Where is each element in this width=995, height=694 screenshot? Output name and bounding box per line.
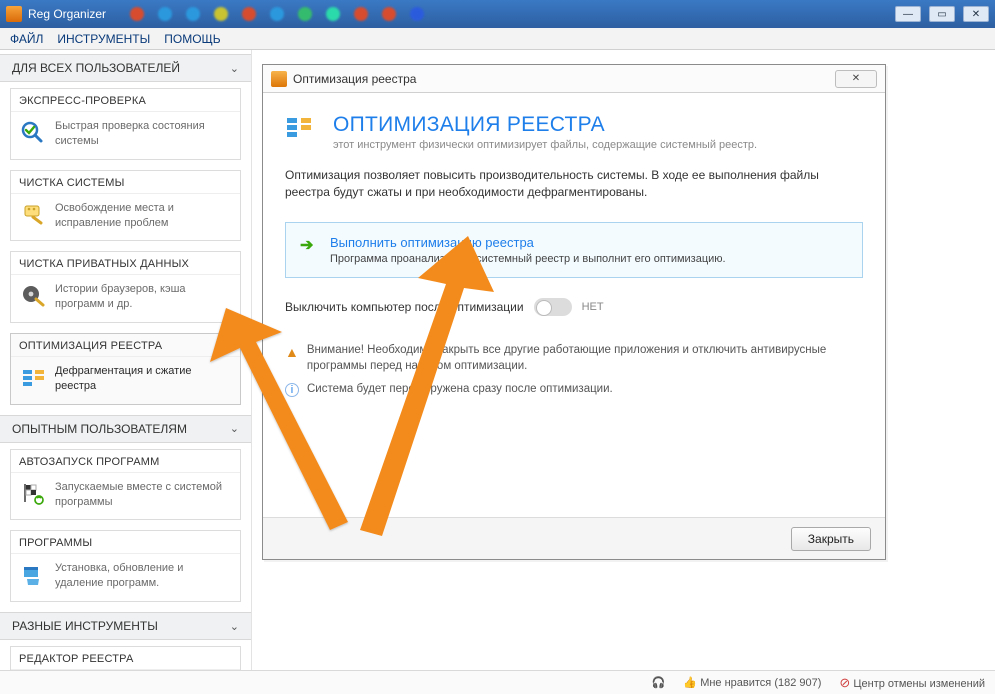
dialog-footer: Закрыть [263,517,885,559]
undo-center-icon: ⊘ [839,675,850,690]
shutdown-after-toggle-row: Выключить компьютер после оптимизации НЕ… [263,282,885,320]
window-controls: — ▭ ✕ [895,6,989,22]
like-text: Мне нравится (182 907) [700,677,821,689]
support-icon[interactable]: 🎧 [652,676,666,689]
shutdown-toggle[interactable] [534,298,572,316]
menu-file[interactable]: ФАЙЛ [10,32,43,46]
chevron-down-icon: ⌄ [230,422,239,435]
sidebar-item-desc: Быстрая проверка состояния системы [55,119,232,149]
chevron-down-icon: ⌄ [230,620,239,633]
toggle-state-text: НЕТ [582,301,604,313]
menubar: ФАЙЛ ИНСТРУМЕНТЫ ПОМОЩЬ [0,28,995,50]
box-trash-icon [19,561,47,587]
sidebar-item-title: ОПТИМИЗАЦИЯ РЕЕСТРА [11,334,240,357]
sidebar-item-title: АВТОЗАПУСК ПРОГРАММ [11,450,240,473]
sidebar-item-express-check[interactable]: ЭКСПРЕСС-ПРОВЕРКА Быстрая проверка состо… [10,88,241,160]
registry-defrag-icon [19,364,47,390]
menu-help[interactable]: ПОМОЩЬ [164,32,220,46]
sidebar-item-autorun[interactable]: АВТОЗАПУСК ПРОГРАММ Запускаемые вместе с… [10,449,241,521]
flag-icon [19,480,47,506]
sidebar-section-label: ДЛЯ ВСЕХ ПОЛЬЗОВАТЕЛЕЙ [12,61,180,75]
action-subtitle: Программа проанализирует системный реест… [330,253,848,265]
sidebar-item-desc: Дефрагментация и сжатие реестра [55,364,232,394]
sidebar: ДЛЯ ВСЕХ ПОЛЬЗОВАТЕЛЕЙ ⌄ ЭКСПРЕСС-ПРОВЕР… [0,50,252,670]
dialog-heading: ОПТИМИЗАЦИЯ РЕЕСТРА [333,113,757,137]
dialog-app-icon [271,71,287,87]
content-area: Оптимизация реестра ✕ ОПТИМИЗАЦИЯ РЕЕСТР… [252,50,995,670]
disc-broom-icon [19,282,47,308]
warning-row: ▲ Внимание! Необходимо закрыть все други… [263,320,885,377]
sidebar-section-label: РАЗНЫЕ ИНСТРУМЕНТЫ [12,619,158,633]
dialog-hero: ОПТИМИЗАЦИЯ РЕЕСТРА этот инструмент физи… [263,93,885,157]
broom-icon [19,201,47,227]
sidebar-item-registry-editor[interactable]: РЕДАКТОР РЕЕСТРА Изменение реестра и пои… [10,646,241,670]
maximize-button[interactable]: ▭ [929,6,955,22]
toggle-label: Выключить компьютер после оптимизации [285,300,524,314]
info-row: i Система будет перезагружена сразу посл… [263,377,885,403]
sidebar-item-registry-optimize[interactable]: ОПТИМИЗАЦИЯ РЕЕСТРА Дефрагментация и сжа… [10,333,241,405]
menu-tools[interactable]: ИНСТРУМЕНТЫ [57,32,150,46]
thumbs-up-icon: 👍 [683,677,697,689]
sidebar-item-system-clean[interactable]: ЧИСТКА СИСТЕМЫ Освобождение места и испр… [10,170,241,242]
sidebar-section-misc-tools[interactable]: РАЗНЫЕ ИНСТРУМЕНТЫ ⌄ [0,612,251,640]
statusbar: 🎧 👍 Мне нравится (182 907) ⊘ Центр отмен… [0,670,995,694]
sidebar-item-title: ЧИСТКА ПРИВАТНЫХ ДАННЫХ [11,252,240,275]
dialog-description: Оптимизация позволяет повысить производи… [263,157,885,206]
minimize-button[interactable]: — [895,6,921,22]
warning-icon: ▲ [285,342,299,362]
like-group[interactable]: 👍 Мне нравится (182 907) [683,676,821,689]
dialog-title: Оптимизация реестра [293,72,416,86]
sidebar-item-desc: Освобождение места и исправление проблем [55,201,232,231]
action-title: Выполнить оптимизацию реестра [330,235,848,250]
taskbar-blur [130,7,895,21]
sidebar-item-desc: Установка, обновление и удаление програм… [55,561,232,591]
optimization-dialog: Оптимизация реестра ✕ ОПТИМИЗАЦИЯ РЕЕСТР… [262,64,886,560]
warning-text: Внимание! Необходимо закрыть все другие … [307,342,863,375]
registry-optimize-icon [285,113,319,143]
info-icon: i [285,383,299,397]
sidebar-section-all-users[interactable]: ДЛЯ ВСЕХ ПОЛЬЗОВАТЕЛЕЙ ⌄ [0,54,251,82]
app-title: Reg Organizer [28,7,106,21]
sidebar-item-programs[interactable]: ПРОГРАММЫ Установка, обновление и удален… [10,530,241,602]
sidebar-item-private-data[interactable]: ЧИСТКА ПРИВАТНЫХ ДАННЫХ Истории браузеро… [10,251,241,323]
sidebar-item-desc: Истории браузеров, кэша программ и др. [55,282,232,312]
undo-center-group[interactable]: ⊘ Центр отмены изменений [839,675,985,691]
app-icon [6,6,22,22]
dialog-close-button[interactable]: ✕ [835,70,877,88]
info-text: Система будет перезагружена сразу после … [307,383,613,395]
sidebar-item-desc: Запускаемые вместе с системой программы [55,480,232,510]
arrow-right-icon: ➔ [300,235,313,255]
close-button[interactable]: ✕ [963,6,989,22]
chevron-down-icon: ⌄ [230,62,239,75]
dialog-subheading: этот инструмент физически оптимизирует ф… [333,139,757,151]
dialog-titlebar: Оптимизация реестра ✕ [263,65,885,93]
undo-center-text: Центр отмены изменений [853,678,985,690]
dialog-close-action-button[interactable]: Закрыть [791,527,871,551]
sidebar-item-title: ЧИСТКА СИСТЕМЫ [11,171,240,194]
run-optimization-action[interactable]: ➔ Выполнить оптимизацию реестра Программ… [285,222,863,278]
sidebar-item-title: РЕДАКТОР РЕЕСТРА [11,647,240,670]
sidebar-item-title: ПРОГРАММЫ [11,531,240,554]
window-titlebar: Reg Organizer — ▭ ✕ [0,0,995,28]
sidebar-section-advanced-users[interactable]: ОПЫТНЫМ ПОЛЬЗОВАТЕЛЯМ ⌄ [0,415,251,443]
sidebar-item-title: ЭКСПРЕСС-ПРОВЕРКА [11,89,240,112]
sidebar-section-label: ОПЫТНЫМ ПОЛЬЗОВАТЕЛЯМ [12,422,187,436]
magnifier-check-icon [19,119,47,145]
